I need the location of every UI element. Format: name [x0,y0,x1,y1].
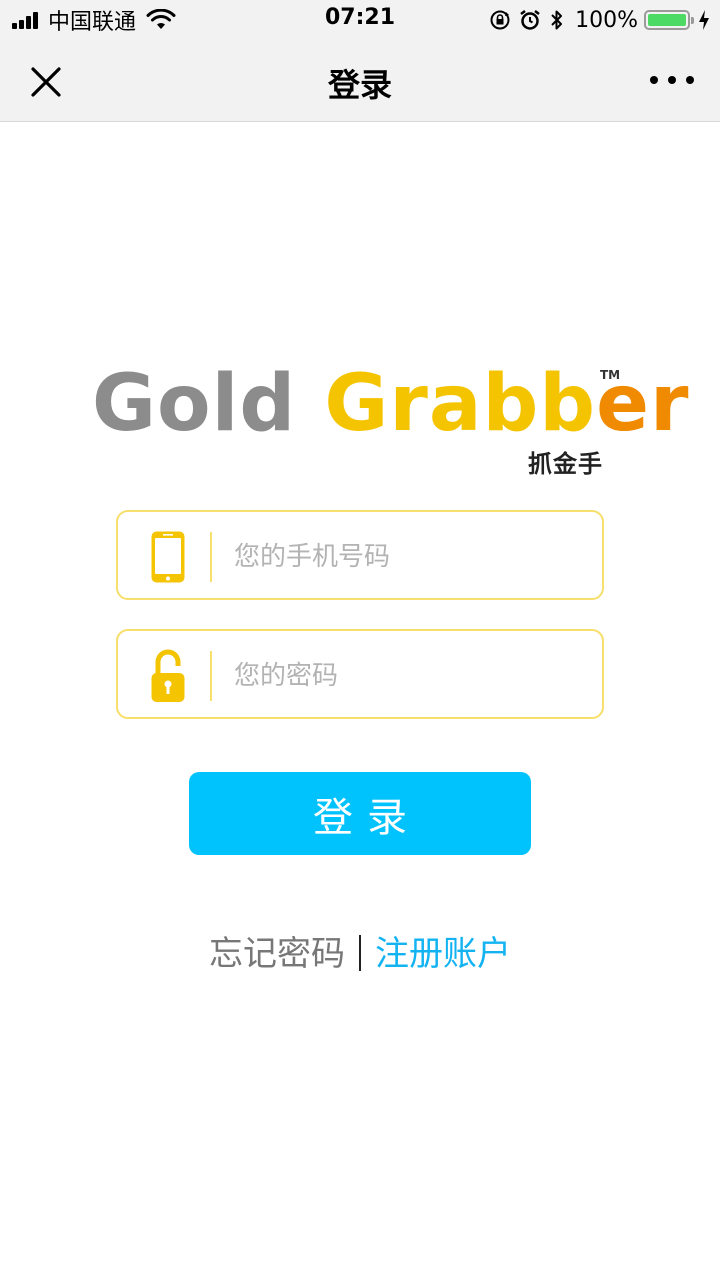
link-separator [359,935,361,971]
charging-icon [699,10,709,30]
more-button[interactable] [650,68,694,92]
account-links: 忘记密码 注册账户 [0,930,720,978]
status-bar: 中国联通 07:21 100% [0,0,720,40]
login-button[interactable]: 登录 [189,772,531,855]
unlock-icon [148,649,188,703]
rotation-lock-icon [490,10,510,30]
page-title: 登录 [327,66,392,104]
battery-percent: 100% [575,7,638,33]
nav-bar: 登录 [0,40,720,122]
bluetooth-icon [551,10,563,30]
alarm-icon [520,10,540,30]
password-divider [210,651,212,701]
gold-grabber-logo: Gold Grabber TM 抓金手 [92,356,689,480]
battery-fill [648,14,686,26]
password-input[interactable] [234,651,584,701]
phone-input[interactable] [234,532,584,582]
password-field[interactable] [116,629,604,719]
battery-icon [644,10,694,30]
logo-word-gold: Gold [92,359,297,449]
logo-subtitle: 抓金手 [528,450,603,478]
logo-word-grabb: Grabb [324,359,597,449]
more-icon [650,76,658,84]
forgot-password-link[interactable]: 忘记密码 [209,934,345,974]
logo-trademark: TM [600,368,621,382]
phone-field[interactable] [116,510,604,600]
register-link[interactable]: 注册账户 [375,934,511,974]
status-right: 100% [481,6,710,34]
phone-divider [210,532,212,582]
phone-icon [148,530,188,584]
